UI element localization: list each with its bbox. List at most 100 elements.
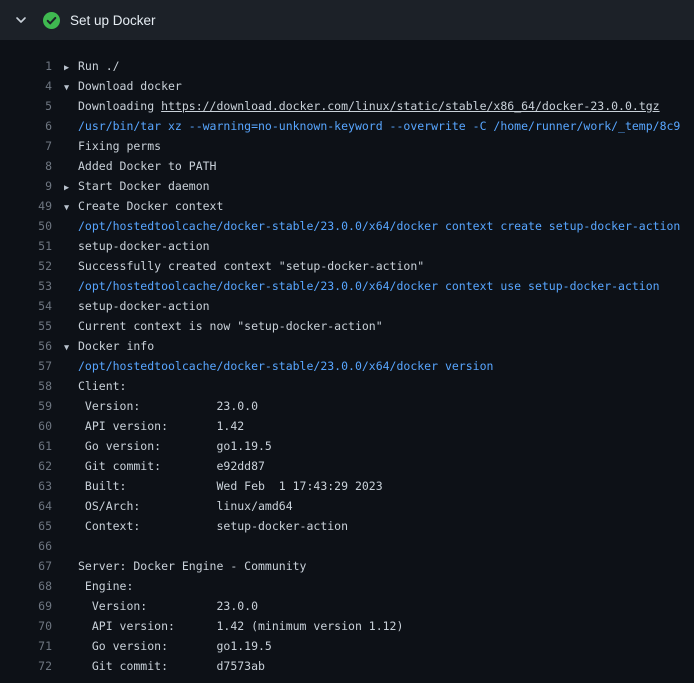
line-number[interactable]: 6 <box>8 116 52 136</box>
line-number[interactable]: 72 <box>8 656 52 676</box>
log-line: 70 API version: 1.42 (minimum version 1.… <box>0 616 694 636</box>
line-content: setup-docker-action <box>64 296 694 316</box>
group-title[interactable]: Start Docker daemon <box>78 179 210 193</box>
command-text: /opt/hostedtoolcache/docker-stable/23.0.… <box>78 219 680 233</box>
log-line: 51 setup-docker-action <box>0 236 694 256</box>
log-line: 49 ▼Create Docker context <box>0 196 694 216</box>
line-content: Version: 23.0.0 <box>64 396 694 416</box>
line-content: API version: 1.42 (minimum version 1.12) <box>64 616 694 636</box>
line-content: ▶Run ./ <box>64 56 694 76</box>
line-number[interactable]: 68 <box>8 576 52 596</box>
command-text: /opt/hostedtoolcache/docker-stable/23.0.… <box>78 359 493 373</box>
log-text: Engine: <box>78 579 133 593</box>
log-area: 1 ▶Run ./ 4 ▼Download docker 5 Downloadi… <box>0 40 694 676</box>
line-content: Git commit: d7573ab <box>64 656 694 676</box>
line-number[interactable]: 64 <box>8 496 52 516</box>
line-number[interactable]: 61 <box>8 436 52 456</box>
line-number[interactable]: 62 <box>8 456 52 476</box>
line-content: ▶Start Docker daemon <box>64 176 694 196</box>
log-line: 6 /usr/bin/tar xz --warning=no-unknown-k… <box>0 116 694 136</box>
log-line: 1 ▶Run ./ <box>0 56 694 76</box>
line-content: Version: 23.0.0 <box>64 596 694 616</box>
log-text: Version: 23.0.0 <box>78 599 258 613</box>
log-line: 60 API version: 1.42 <box>0 416 694 436</box>
line-content: Built: Wed Feb 1 17:43:29 2023 <box>64 476 694 496</box>
line-content: ▼Create Docker context <box>64 196 694 216</box>
group-title[interactable]: Download docker <box>78 79 182 93</box>
line-number[interactable]: 5 <box>8 96 52 116</box>
group-collapse-icon[interactable]: ▼ <box>64 78 78 96</box>
log-text: Git commit: e92dd87 <box>78 459 265 473</box>
line-number[interactable]: 67 <box>8 556 52 576</box>
line-content: Context: setup-docker-action <box>64 516 694 536</box>
line-number[interactable]: 8 <box>8 156 52 176</box>
line-number[interactable]: 51 <box>8 236 52 256</box>
line-number[interactable]: 53 <box>8 276 52 296</box>
line-content: /usr/bin/tar xz --warning=no-unknown-key… <box>64 116 694 136</box>
log-line: 56 ▼Docker info <box>0 336 694 356</box>
line-content: Successfully created context "setup-dock… <box>64 256 694 276</box>
line-number[interactable]: 56 <box>8 336 52 356</box>
line-number[interactable]: 4 <box>8 76 52 96</box>
line-number[interactable]: 70 <box>8 616 52 636</box>
log-text: setup-docker-action <box>78 239 210 253</box>
log-line: 64 OS/Arch: linux/amd64 <box>0 496 694 516</box>
line-content: Git commit: e92dd87 <box>64 456 694 476</box>
line-content: /opt/hostedtoolcache/docker-stable/23.0.… <box>64 356 694 376</box>
group-collapse-icon[interactable]: ▼ <box>64 338 78 356</box>
group-title[interactable]: Docker info <box>78 339 154 353</box>
line-number[interactable]: 54 <box>8 296 52 316</box>
line-number[interactable]: 52 <box>8 256 52 276</box>
line-number[interactable]: 57 <box>8 356 52 376</box>
log-text: API version: 1.42 (minimum version 1.12) <box>78 619 403 633</box>
step-title: Set up Docker <box>70 13 156 28</box>
log-line: 72 Git commit: d7573ab <box>0 656 694 676</box>
line-number[interactable]: 7 <box>8 136 52 156</box>
line-content: OS/Arch: linux/amd64 <box>64 496 694 516</box>
log-text: Fixing perms <box>78 139 161 153</box>
log-text: OS/Arch: linux/amd64 <box>78 499 293 513</box>
line-number[interactable]: 63 <box>8 476 52 496</box>
log-line: 67 Server: Docker Engine - Community <box>0 556 694 576</box>
command-text: /opt/hostedtoolcache/docker-stable/23.0.… <box>78 279 660 293</box>
log-line: 68 Engine: <box>0 576 694 596</box>
line-content <box>64 536 694 556</box>
group-expand-icon[interactable]: ▶ <box>64 178 78 196</box>
line-number[interactable]: 71 <box>8 636 52 656</box>
log-text: Go version: go1.19.5 <box>78 639 272 653</box>
line-number[interactable]: 9 <box>8 176 52 196</box>
line-content: Go version: go1.19.5 <box>64 436 694 456</box>
line-content: /opt/hostedtoolcache/docker-stable/23.0.… <box>64 276 694 296</box>
group-title[interactable]: Run ./ <box>78 59 120 73</box>
log-line: 5 Downloading https://download.docker.co… <box>0 96 694 116</box>
log-line: 54 setup-docker-action <box>0 296 694 316</box>
chevron-down-icon[interactable] <box>14 13 30 27</box>
line-number[interactable]: 59 <box>8 396 52 416</box>
log-text: Git commit: d7573ab <box>78 659 265 673</box>
log-line: 63 Built: Wed Feb 1 17:43:29 2023 <box>0 476 694 496</box>
line-number[interactable]: 60 <box>8 416 52 436</box>
log-line: 4 ▼Download docker <box>0 76 694 96</box>
line-number[interactable]: 58 <box>8 376 52 396</box>
line-content: Downloading https://download.docker.com/… <box>64 96 694 116</box>
log-line: 7 Fixing perms <box>0 136 694 156</box>
step-header[interactable]: Set up Docker <box>0 0 694 40</box>
group-collapse-icon[interactable]: ▼ <box>64 198 78 216</box>
line-number[interactable]: 69 <box>8 596 52 616</box>
log-text: Version: 23.0.0 <box>78 399 258 413</box>
group-title[interactable]: Create Docker context <box>78 199 223 213</box>
line-content: Current context is now "setup-docker-act… <box>64 316 694 336</box>
line-number[interactable]: 1 <box>8 56 52 76</box>
line-number[interactable]: 55 <box>8 316 52 336</box>
line-number[interactable]: 50 <box>8 216 52 236</box>
log-url-link[interactable]: https://download.docker.com/linux/static… <box>161 99 660 113</box>
line-number[interactable]: 66 <box>8 536 52 556</box>
log-text: Context: setup-docker-action <box>78 519 348 533</box>
group-expand-icon[interactable]: ▶ <box>64 58 78 76</box>
line-number[interactable]: 65 <box>8 516 52 536</box>
log-line: 55 Current context is now "setup-docker-… <box>0 316 694 336</box>
line-content: setup-docker-action <box>64 236 694 256</box>
log-line: 50 /opt/hostedtoolcache/docker-stable/23… <box>0 216 694 236</box>
line-number[interactable]: 49 <box>8 196 52 216</box>
log-line: 69 Version: 23.0.0 <box>0 596 694 616</box>
